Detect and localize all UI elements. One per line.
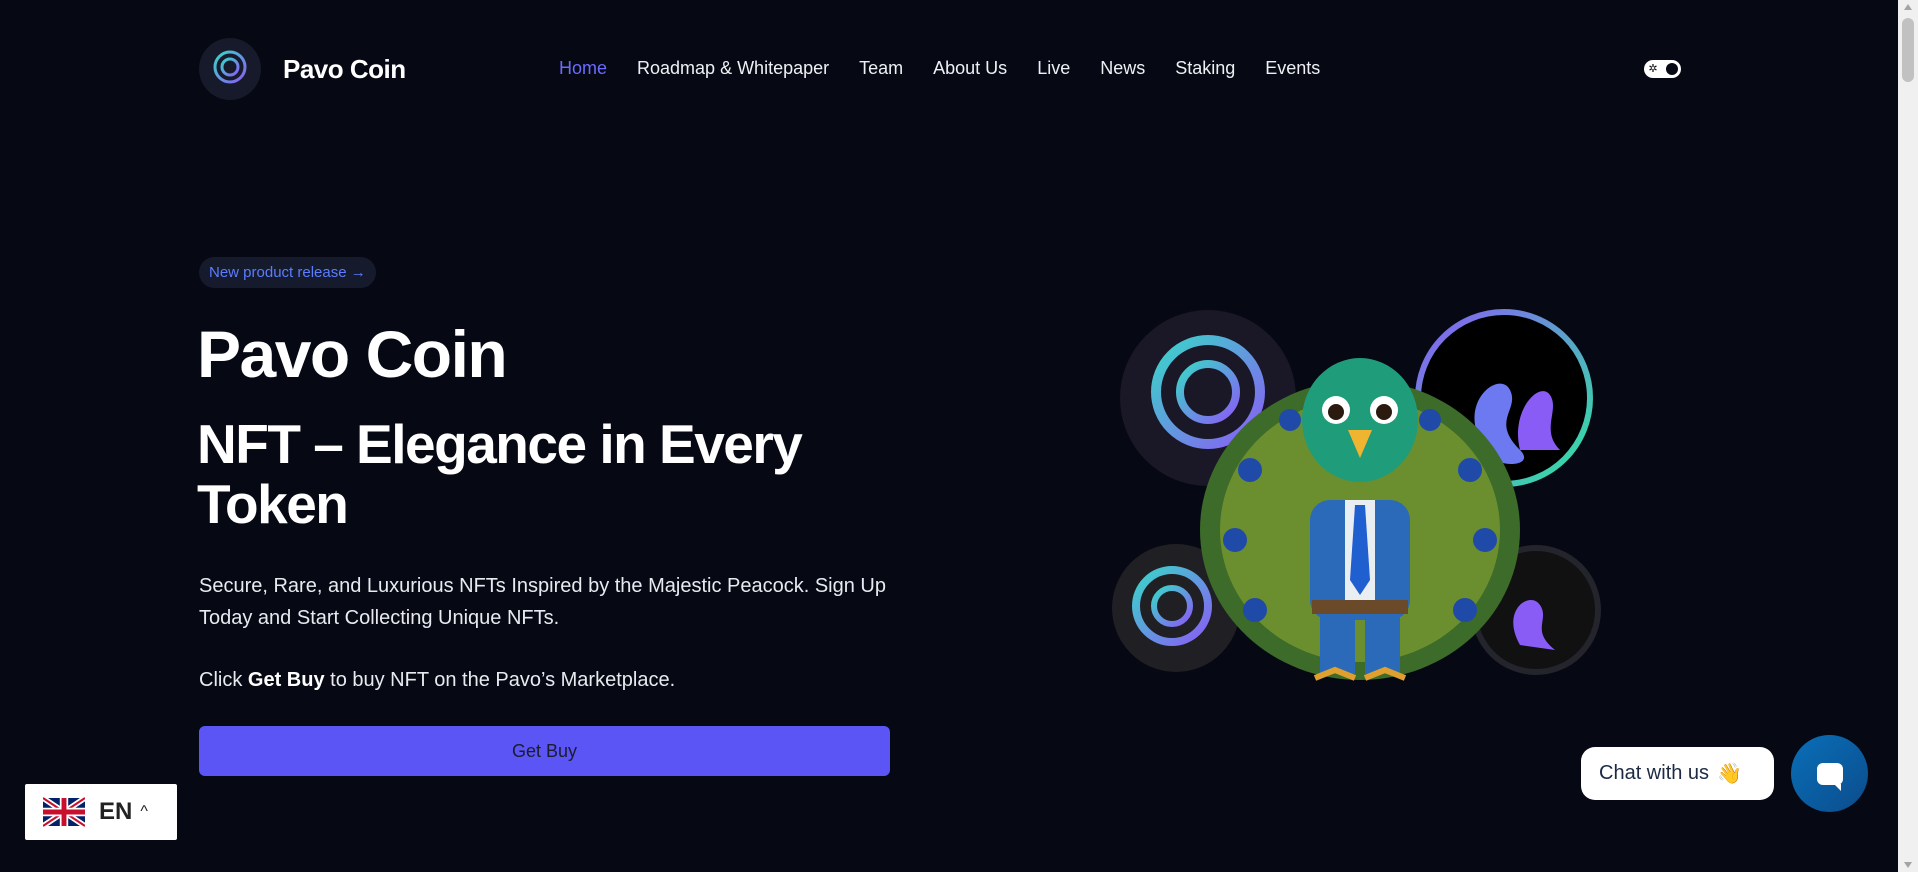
- instruction-suffix: to buy NFT on the Pavo’s Marketplace.: [324, 669, 676, 691]
- chat-open-button[interactable]: [1791, 735, 1868, 812]
- theme-toggle[interactable]: ✲: [1644, 60, 1681, 78]
- sun-icon: ✲: [1648, 63, 1658, 75]
- instruction-prefix: Click: [199, 669, 248, 691]
- brand-logo-link[interactable]: Pavo Coin: [199, 38, 406, 100]
- hero-subtitle: NFT – Elegance in Every Token: [197, 413, 803, 535]
- nav-staking[interactable]: Staking: [1175, 58, 1235, 79]
- nav-team[interactable]: Team: [859, 58, 903, 79]
- instruction-bold: Get Buy: [247, 669, 325, 691]
- hero-title: Pavo Coin: [197, 317, 508, 391]
- brand-name: Pavo Coin: [283, 53, 406, 84]
- language-code: EN: [99, 798, 133, 825]
- main-nav: Home Roadmap & Whitepaper Team About Us …: [559, 58, 1350, 79]
- pavo-logo-icon: [199, 38, 261, 100]
- scroll-down-icon[interactable]: [1904, 862, 1912, 868]
- nav-roadmap-whitepaper[interactable]: Roadmap & Whitepaper: [637, 58, 829, 79]
- nav-live[interactable]: Live: [1037, 58, 1070, 79]
- chevron-up-icon: ^: [140, 803, 148, 820]
- chat-bubble-icon: [1816, 762, 1843, 791]
- get-buy-button[interactable]: Get Buy: [199, 726, 890, 776]
- nav-news[interactable]: News: [1100, 58, 1145, 79]
- nav-events[interactable]: Events: [1265, 58, 1320, 79]
- page-scrollbar[interactable]: [1898, 0, 1918, 872]
- hero-description: Secure, Rare, and Luxurious NFTs Inspire…: [199, 575, 886, 629]
- chat-label: Chat with us: [1599, 762, 1710, 784]
- peacock-illustration: [1100, 300, 1620, 720]
- uk-flag-icon: [43, 797, 85, 827]
- scroll-up-icon[interactable]: [1904, 4, 1912, 10]
- nav-home[interactable]: Home: [559, 58, 607, 79]
- hero-instruction: Click Get Buy to buy NFT on the Pavo’s M…: [199, 664, 675, 696]
- toggle-knob: [1666, 63, 1678, 75]
- new-release-badge[interactable]: New product release →: [199, 257, 376, 288]
- language-selector[interactable]: EN ^: [25, 784, 177, 840]
- wave-icon: 👋: [1717, 763, 1742, 785]
- chat-with-us-prompt[interactable]: Chat with us 👋: [1581, 747, 1774, 800]
- nav-about-us[interactable]: About Us: [933, 58, 1007, 79]
- scrollbar-thumb[interactable]: [1902, 18, 1914, 82]
- site-header: Pavo Coin Home Roadmap & Whitepaper Team…: [0, 0, 1898, 140]
